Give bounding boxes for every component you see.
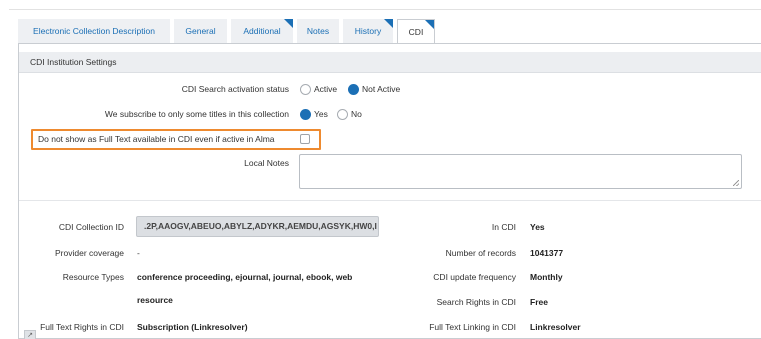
radio-not-active-label[interactable]: Not Active	[362, 84, 400, 94]
local-notes-label: Local Notes	[244, 158, 289, 168]
tab-label: Electronic Collection Description	[33, 26, 155, 36]
num-records-label: Number of records	[445, 248, 516, 258]
resource-types-value-line2: resource	[137, 295, 173, 305]
subscribe-some-label: We subscribe to only some titles in this…	[104, 109, 289, 119]
tab-cdi[interactable]: CDI	[397, 19, 435, 44]
search-rights-label: Search Rights in CDI	[436, 297, 516, 307]
collection-id-label: CDI Collection ID	[58, 222, 124, 232]
in-cdi-label: In CDI	[491, 222, 516, 232]
num-records-value: 1041377	[530, 248, 564, 258]
resource-types-label: Resource Types	[62, 272, 124, 282]
tab-general[interactable]: General	[174, 19, 227, 43]
local-notes-textarea[interactable]	[299, 154, 742, 189]
resource-types-value-line1: conference proceeding, ejournal, journal…	[137, 272, 353, 282]
section-divider	[19, 200, 761, 201]
search-activation-label: CDI Search activation status	[181, 84, 289, 94]
no-full-text-checkbox[interactable]	[300, 134, 310, 144]
radio-no-label[interactable]: No	[351, 109, 362, 119]
provider-coverage-value: -	[137, 248, 140, 258]
tab-label: CDI	[408, 27, 424, 37]
tab-modified-marker-icon	[425, 20, 434, 29]
radio-not-active[interactable]	[348, 84, 359, 95]
full-text-rights-value: Subscription (Linkresolver)	[137, 322, 248, 332]
radio-active[interactable]	[300, 84, 311, 95]
tab-electronic-collection-description[interactable]: Electronic Collection Description	[18, 19, 170, 43]
collection-id-field[interactable]: .2P,AAOGV,ABEUO,ABYLZ,ADYKR,AEMDU,AGSYK,…	[136, 216, 379, 237]
radio-yes-label[interactable]: Yes	[314, 109, 328, 119]
radio-yes[interactable]	[300, 109, 311, 120]
provider-coverage-label: Provider coverage	[55, 248, 124, 258]
no-full-text-label: Do not show as Full Text available in CD…	[38, 134, 275, 144]
section-title: CDI Institution Settings	[30, 57, 117, 67]
update-frequency-value: Monthly	[530, 272, 563, 282]
in-cdi-value: Yes	[530, 222, 545, 232]
tab-additional[interactable]: Additional	[231, 19, 293, 43]
search-rights-value: Free	[530, 297, 548, 307]
expand-icon[interactable]: ↗	[24, 330, 36, 339]
tab-modified-marker-icon	[284, 19, 293, 28]
resize-grip-icon[interactable]	[733, 180, 739, 186]
section-header: CDI Institution Settings	[19, 52, 761, 73]
radio-active-label[interactable]: Active	[314, 84, 337, 94]
tab-modified-marker-icon	[384, 19, 393, 28]
full-text-linking-value: Linkresolver	[530, 322, 581, 332]
tab-label: General	[185, 26, 216, 36]
tab-label: Notes	[306, 26, 330, 36]
tab-history[interactable]: History	[343, 19, 393, 43]
radio-no[interactable]	[337, 109, 348, 120]
tab-label: History	[354, 26, 382, 36]
tab-notes[interactable]: Notes	[297, 19, 339, 43]
full-text-linking-label: Full Text Linking in CDI	[429, 322, 516, 332]
top-divider	[9, 9, 761, 10]
update-frequency-label: CDI update frequency	[433, 272, 516, 282]
tab-label: Additional	[243, 26, 281, 36]
full-text-rights-label: Full Text Rights in CDI	[40, 322, 124, 332]
